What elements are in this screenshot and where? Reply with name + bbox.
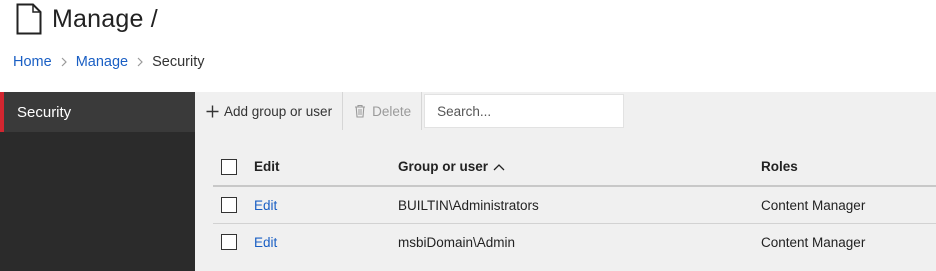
- page-header: Manage / Home Manage Security: [0, 0, 936, 92]
- sort-ascending-icon[interactable]: [493, 163, 505, 171]
- add-button-label: Add group or user: [224, 103, 333, 119]
- edit-link[interactable]: Edit: [254, 198, 277, 213]
- row-checkbox[interactable]: [221, 197, 237, 213]
- table-row: Edit msbiDomain\Admin Content Manager: [213, 224, 936, 260]
- page-title: Manage /: [52, 4, 158, 33]
- group-or-user-cell: msbiDomain\Admin: [398, 234, 516, 250]
- sidebar-item-label: Security: [17, 103, 72, 121]
- main-panel: Add group or user Delete Edit Group or u…: [195, 92, 936, 271]
- column-header-group-or-user[interactable]: Group or user: [398, 159, 505, 174]
- security-table: Edit Group or user Roles Edit BUILTIN\Ad…: [213, 148, 936, 260]
- delete-button[interactable]: Delete: [343, 92, 421, 130]
- chevron-right-icon: [61, 57, 67, 67]
- chevron-right-icon: [137, 57, 143, 67]
- search-input[interactable]: [424, 94, 625, 128]
- breadcrumb-home[interactable]: Home: [13, 54, 52, 70]
- breadcrumb-current: Security: [152, 54, 205, 70]
- column-header-group-label: Group or user: [398, 159, 489, 174]
- select-all-checkbox[interactable]: [221, 158, 237, 175]
- trash-icon: [353, 104, 367, 118]
- row-checkbox[interactable]: [221, 234, 237, 250]
- toolbar-divider: [421, 92, 423, 130]
- table-header-row: Edit Group or user Roles: [213, 148, 936, 187]
- delete-button-label: Delete: [372, 103, 412, 119]
- add-group-or-user-button[interactable]: Add group or user: [195, 92, 342, 130]
- column-header-roles: Roles: [761, 159, 798, 174]
- roles-cell: Content Manager: [761, 234, 866, 250]
- sidebar: Security: [0, 92, 195, 271]
- edit-link[interactable]: Edit: [254, 235, 277, 250]
- document-icon: [16, 3, 42, 35]
- table-row: Edit BUILTIN\Administrators Content Mana…: [213, 187, 936, 224]
- breadcrumb-manage[interactable]: Manage: [76, 54, 128, 70]
- breadcrumb: Home Manage Security: [13, 54, 204, 70]
- title-row: Manage /: [16, 3, 158, 35]
- sidebar-item-security[interactable]: Security: [0, 92, 195, 132]
- toolbar: Add group or user Delete: [195, 92, 936, 130]
- roles-cell: Content Manager: [761, 197, 866, 213]
- plus-icon: [205, 104, 219, 118]
- column-header-edit: Edit: [254, 159, 280, 174]
- group-or-user-cell: BUILTIN\Administrators: [398, 197, 539, 213]
